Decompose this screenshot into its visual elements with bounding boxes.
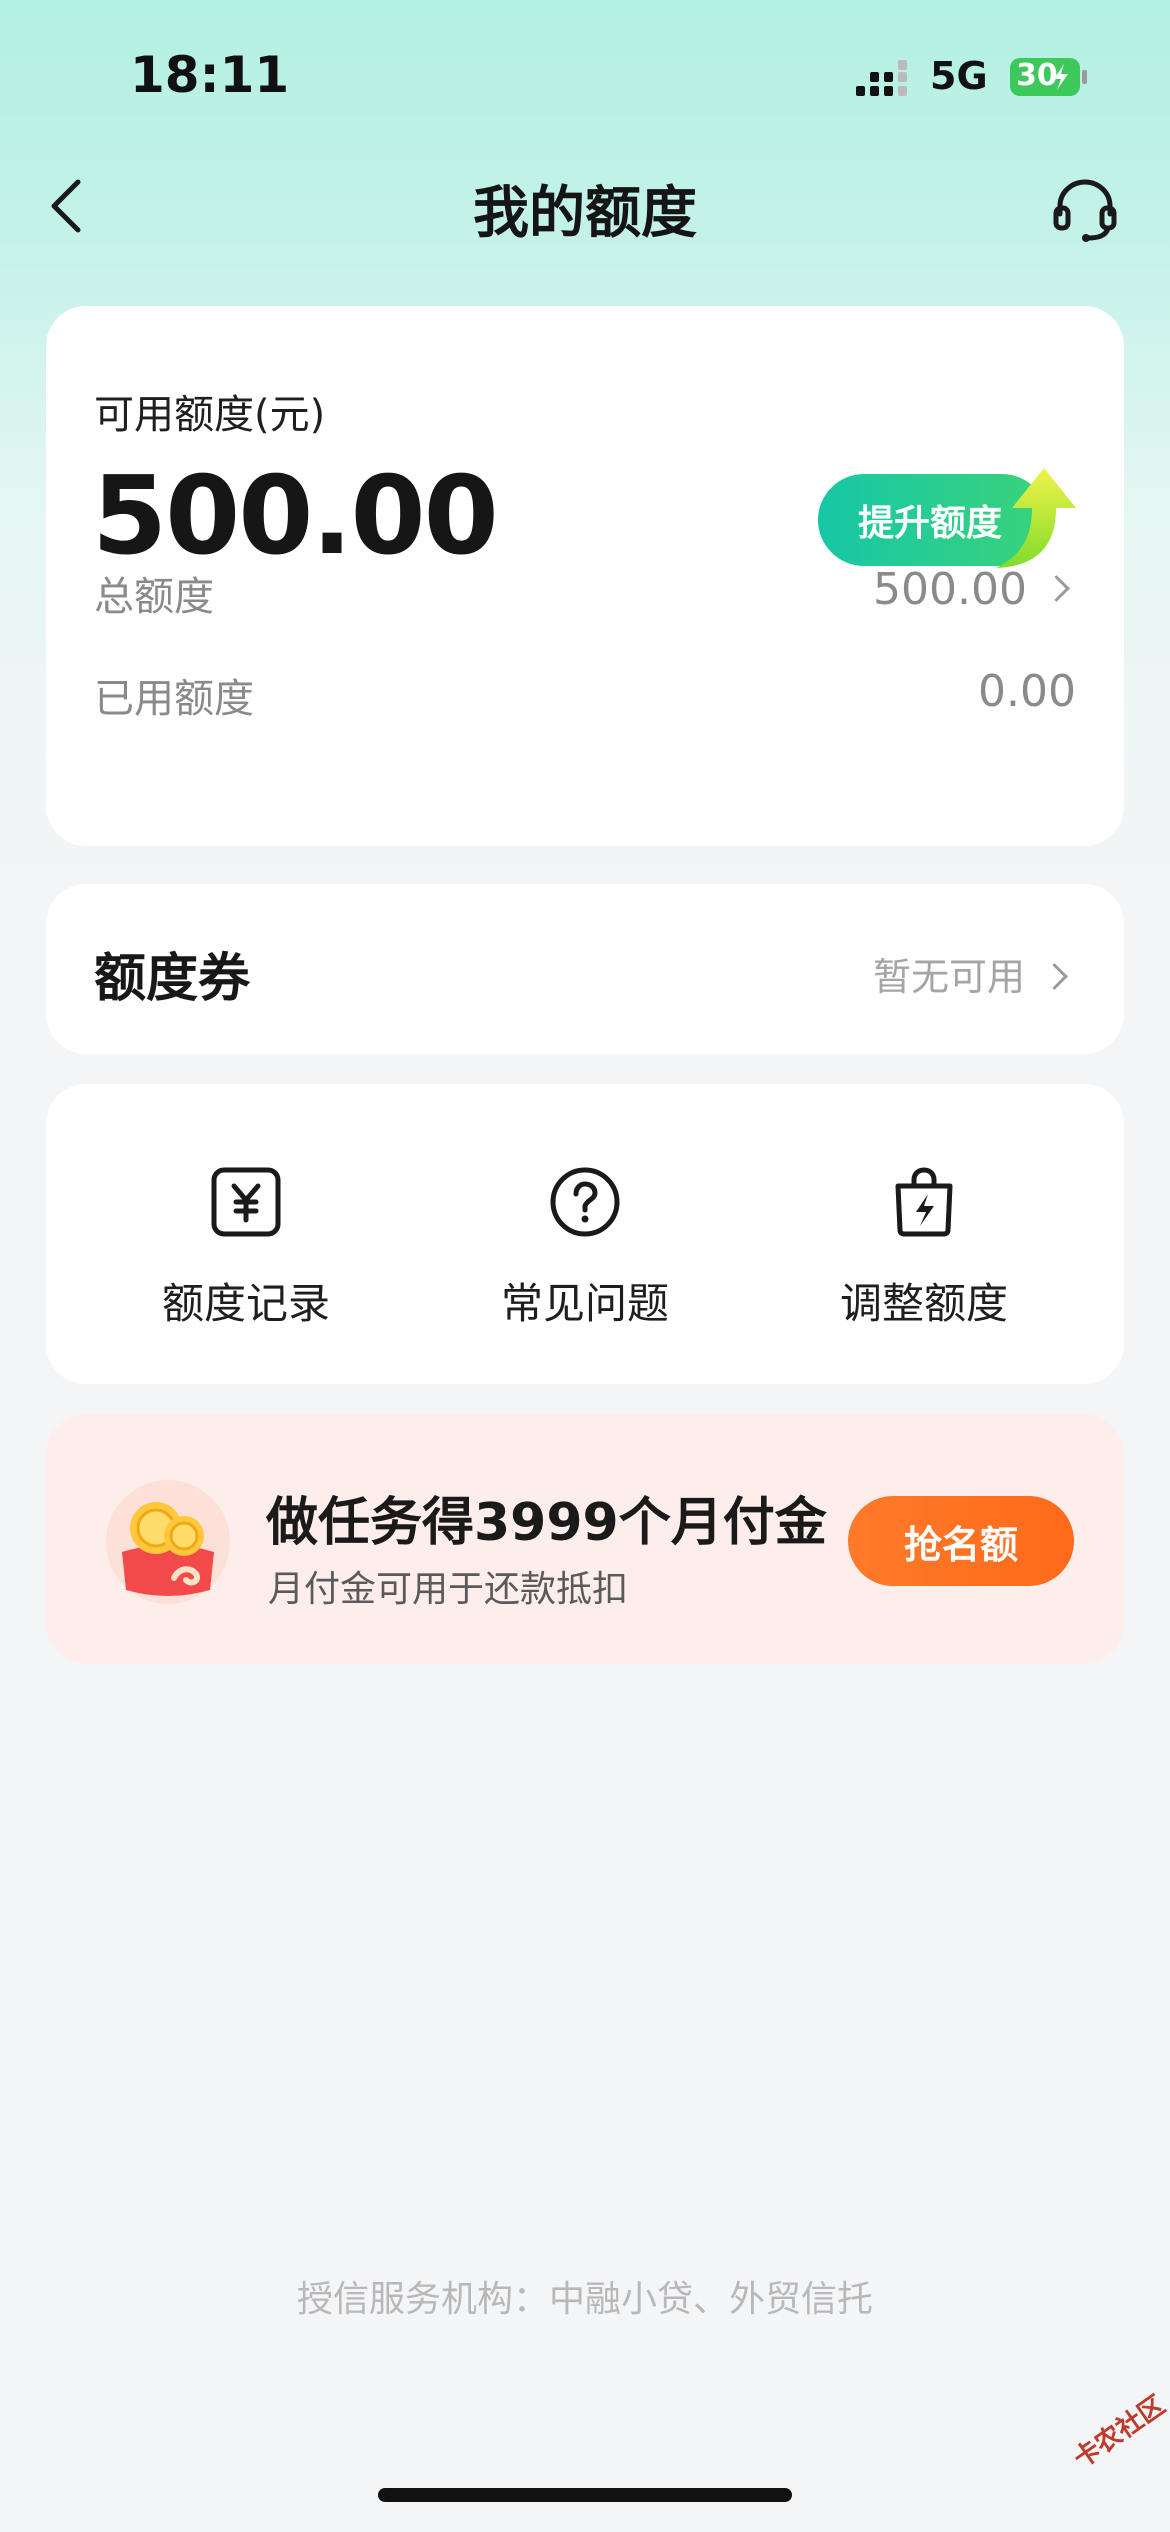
tool-quota-record[interactable]: 额度记录 xyxy=(96,1164,396,1331)
home-indicator[interactable] xyxy=(378,2488,792,2502)
tool-label: 常见问题 xyxy=(500,1279,669,1328)
credit-institutions-note: 授信服务机构：中融小贷、外贸信托 xyxy=(296,2279,873,2320)
tool-label: 额度记录 xyxy=(161,1279,330,1328)
available-quota-amount: 500.00 xyxy=(92,454,499,579)
chevron-right-icon xyxy=(1041,963,1068,990)
tool-faq[interactable]: 常见问题 xyxy=(435,1164,735,1331)
quota-coupon-card[interactable]: 额度券 暂无可用 xyxy=(46,884,1124,1054)
battery-indicator: 30 xyxy=(1010,56,1090,98)
signal-strength-icon xyxy=(856,60,907,96)
coupon-status: 暂无可用 xyxy=(872,946,1068,1001)
total-quota-row[interactable]: 500.00 xyxy=(873,564,1070,615)
battery-level: 30 xyxy=(1016,58,1058,93)
question-circle-icon xyxy=(550,1167,620,1237)
coupon-title: 额度券 xyxy=(94,949,251,1009)
promo-subtitle: 月付金可用于还款抵扣 xyxy=(268,1569,629,1610)
tool-label: 调整额度 xyxy=(839,1279,1008,1328)
total-quota-value: 500.00 xyxy=(873,564,1027,615)
customer-service-headset-icon[interactable] xyxy=(1050,174,1120,244)
total-quota-label: 总额度 xyxy=(94,574,214,620)
grab-slot-button[interactable]: 抢名额 xyxy=(848,1496,1074,1586)
available-quota-label: 可用额度(元) xyxy=(94,392,326,438)
tools-card: 额度记录 常见问题 调整额度 xyxy=(46,1084,1124,1384)
grab-slot-label: 抢名额 xyxy=(903,1522,1018,1567)
chevron-right-icon xyxy=(1043,575,1070,602)
promo-banner[interactable]: 做任务得3999个月付金 月付金可用于还款抵扣 抢名额 xyxy=(46,1414,1124,1664)
used-quota-value: 0.00 xyxy=(978,666,1076,717)
page-title: 我的额度 xyxy=(473,181,697,246)
used-quota-label: 已用额度 xyxy=(94,676,254,722)
coupon-status-text: 暂无可用 xyxy=(872,955,1025,999)
promo-title: 做任务得3999个月付金 xyxy=(266,1493,827,1553)
status-time: 18:11 xyxy=(130,46,290,104)
up-arrow-icon xyxy=(996,468,1076,568)
red-packet-coins-icon xyxy=(106,1480,230,1604)
lightning-bag-icon xyxy=(895,1167,953,1237)
tool-adjust-quota[interactable]: 调整额度 xyxy=(774,1164,1074,1331)
quota-card: 可用额度(元) 500.00 提升额度 总额度 500.00 已用额度 0.00 xyxy=(46,306,1124,846)
yuan-record-icon xyxy=(211,1167,281,1237)
watermark: 卡农社区 xyxy=(1068,2390,1170,2475)
network-type: 5G xyxy=(930,54,988,98)
